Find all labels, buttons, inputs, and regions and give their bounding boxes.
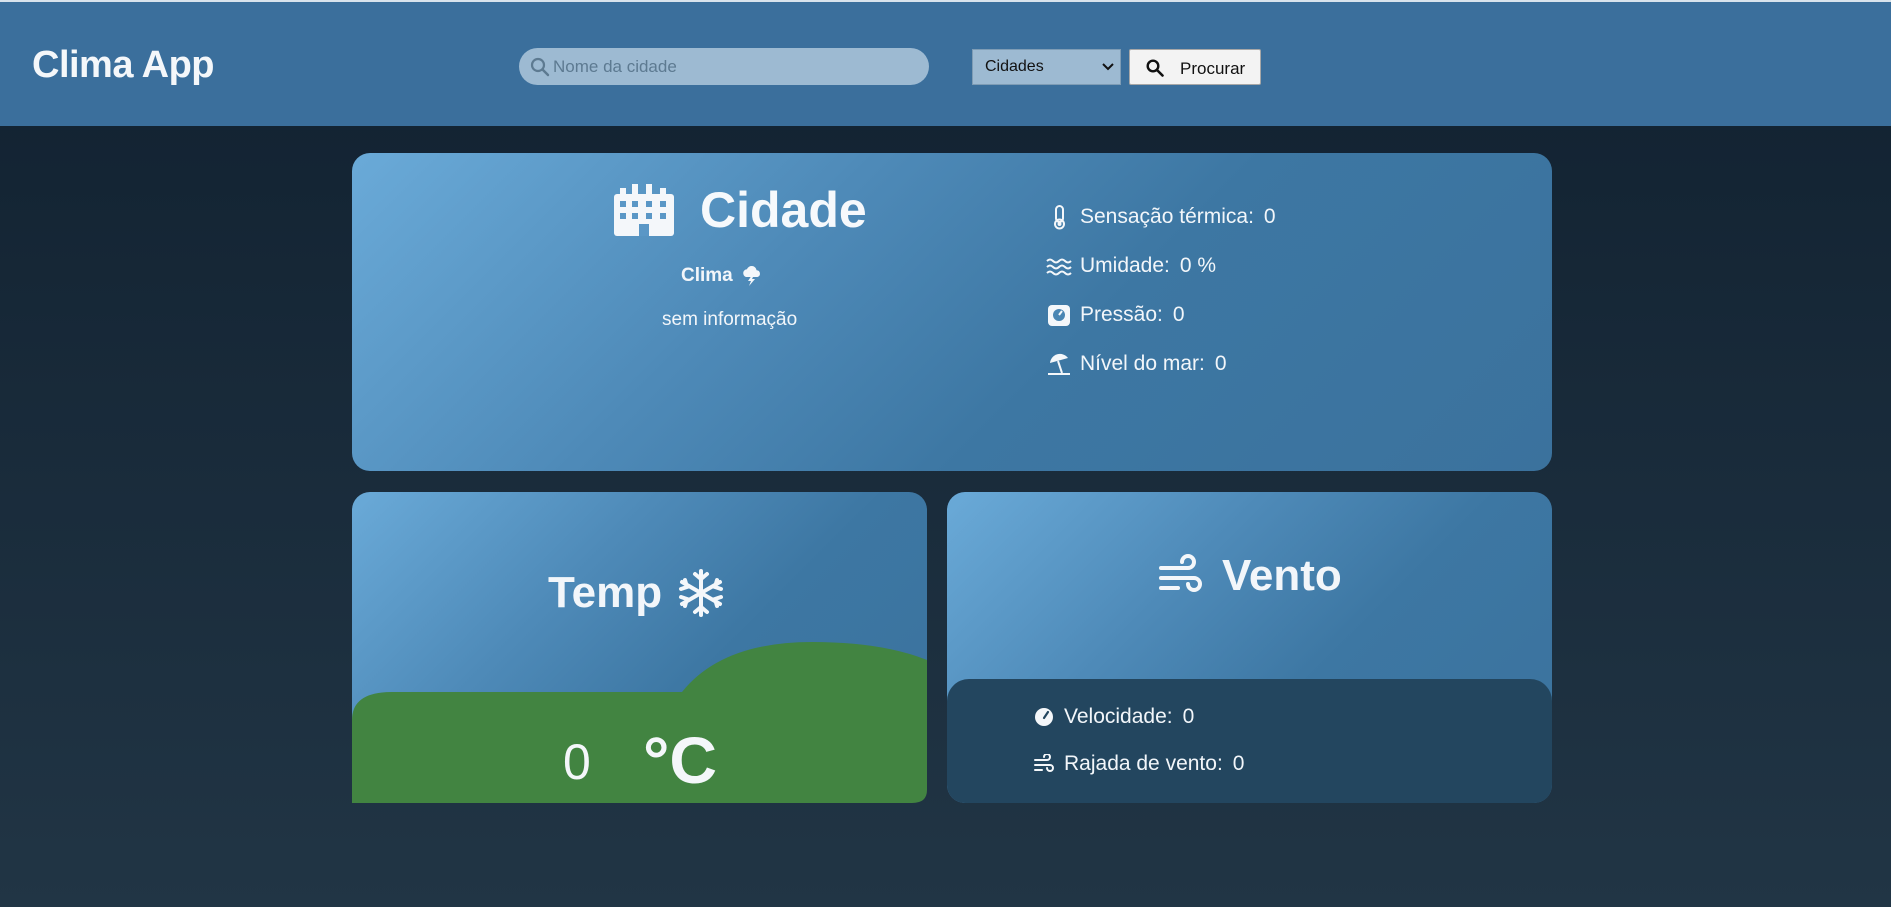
stat-wind-gust: Rajada de vento: 0 [1034, 752, 1244, 776]
stat-label: Velocidade: [1064, 705, 1173, 728]
stat-label: Nível do mar: [1080, 352, 1205, 375]
stat-value: 0 [1263, 205, 1276, 228]
stat-value: 0 [1232, 752, 1245, 775]
stat-pressure: Pressão: 0 [1046, 302, 1185, 328]
stat-label: Rajada de vento: [1064, 752, 1223, 775]
stat-label: Pressão: [1080, 303, 1163, 326]
stat-label: Sensação térmica: [1080, 205, 1254, 228]
wind-title-text: Vento [1222, 551, 1342, 600]
speedometer-icon [1035, 708, 1053, 726]
thermometer-icon [1054, 205, 1065, 230]
search-box[interactable] [519, 48, 929, 85]
app-header: Clima App Cidades Procurar [0, 0, 1891, 126]
wind-gust-icon [1034, 754, 1054, 772]
stat-value: 0 [1172, 303, 1185, 326]
stat-value: 0 [1214, 352, 1227, 375]
city-select[interactable]: Cidades [972, 49, 1121, 85]
search-button-label: Procurar [1180, 59, 1246, 78]
chevron-down-icon [1102, 63, 1114, 71]
temperature-unit: °C [643, 723, 718, 797]
umbrella-beach-icon [1048, 353, 1070, 375]
stat-wind-speed: Velocidade: 0 [1034, 705, 1194, 729]
stat-sea-level: Nível do mar: 0 [1046, 351, 1227, 377]
app-title: Clima App [32, 44, 215, 86]
stat-value: 0 [1182, 705, 1195, 728]
building-icon [614, 184, 674, 236]
water-icon [1046, 258, 1072, 276]
temperature-title: Temp [548, 568, 726, 618]
city-name: Cidade [700, 182, 867, 238]
city-info-card [352, 153, 1552, 471]
cloud-lightning-icon [742, 266, 760, 286]
weather-description: sem informação [662, 309, 798, 330]
weather-label: Clima [681, 265, 763, 287]
magnifier-icon [1146, 59, 1164, 77]
snowflake-icon [679, 569, 724, 617]
temperature-title-text: Temp [548, 568, 663, 617]
stat-label: Umidade: [1080, 254, 1170, 277]
city-select-value: Cidades [985, 58, 1044, 75]
stat-value: 0 % [1179, 254, 1217, 277]
temperature-value: 0 [563, 734, 591, 790]
wind-stats-panel [947, 679, 1552, 803]
city-heading: Cidade [612, 182, 867, 238]
search-button[interactable]: Procurar [1129, 49, 1261, 85]
weather-label-text: Clima [681, 265, 733, 286]
search-icon [530, 57, 550, 77]
wind-title: Vento [1158, 551, 1342, 601]
pressure-gauge-icon [1048, 305, 1070, 326]
stat-humidity: Umidade: 0 % [1046, 253, 1216, 279]
stat-feels-like: Sensação térmica: 0 [1046, 204, 1276, 230]
hill-shape [352, 642, 927, 803]
city-search-input[interactable] [553, 48, 913, 85]
wind-icon [1159, 554, 1202, 592]
